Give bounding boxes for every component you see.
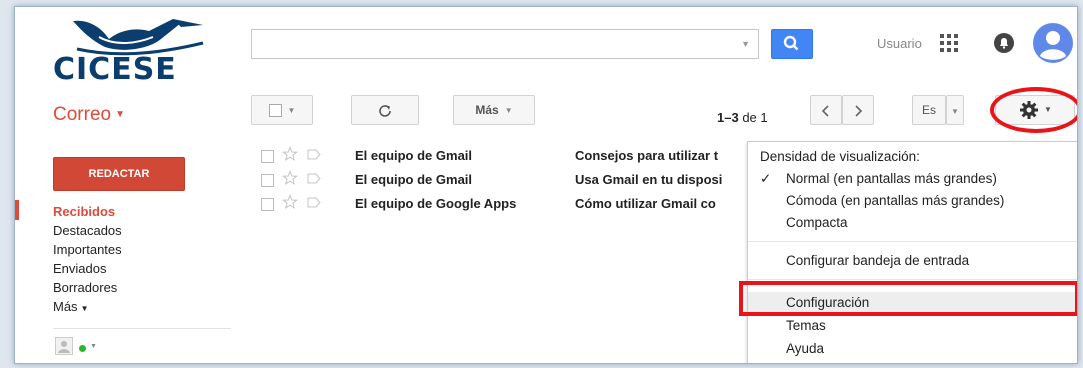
sidebar-divider (53, 328, 231, 329)
sidebar-item-importantes[interactable]: Importantes (53, 240, 233, 259)
search-icon (783, 35, 799, 51)
settings-menu: Densidad de visualización: ✓ Normal (en … (747, 141, 1077, 363)
search-options-caret-icon[interactable]: ▼ (741, 39, 750, 49)
app-switcher[interactable]: Correo ▼ (53, 104, 125, 126)
sidebar-nav: Recibidos Destacados Importantes Enviado… (53, 202, 233, 316)
select-checkbox-icon (268, 104, 282, 118)
active-nav-marker (15, 200, 19, 220)
sidebar-item-enviados[interactable]: Enviados (53, 259, 233, 278)
chevron-right-icon (855, 105, 863, 117)
cicese-bird-logo-icon (73, 19, 204, 56)
input-tools-button[interactable]: Es (912, 95, 946, 125)
app-title: Correo (53, 104, 112, 125)
label-icon[interactable] (307, 149, 321, 160)
mail-sender: El equipo de Google Apps (355, 196, 517, 211)
mail-row[interactable]: El equipo de Google Apps Cómo utilizar G… (251, 192, 761, 216)
refresh-button[interactable] (351, 95, 419, 125)
menu-separator (748, 279, 1077, 280)
input-tools-label: Es (921, 103, 936, 117)
mail-sender: El equipo de Gmail (355, 172, 473, 187)
more-actions-label: Más (475, 103, 499, 117)
gmail-window: CICESE ▼ Usuario Correo ▼ ▼ Más ▼ 1–3 de… (14, 6, 1078, 364)
label-icon[interactable] (307, 173, 321, 184)
cicese-logo[interactable]: CICESE (53, 13, 211, 87)
menu-item-help[interactable]: Ayuda (748, 338, 1077, 360)
more-actions-button[interactable]: Más ▼ (453, 95, 535, 125)
mail-row[interactable]: El equipo de Gmail Usa Gmail en tu dispo… (251, 168, 761, 192)
density-header-label: Densidad de visualización: (760, 149, 920, 164)
menu-item-density-compacta[interactable]: Compacta (748, 212, 1077, 234)
select-caret-icon: ▼ (287, 105, 296, 115)
sidebar-item-borradores[interactable]: Borradores (53, 278, 233, 297)
menu-item-label: Ayuda (786, 341, 825, 356)
sidebar-item-mas[interactable]: Más ▼ (53, 297, 233, 316)
chevron-left-icon (821, 105, 829, 117)
pager-total: 1 (760, 110, 768, 125)
search-input[interactable]: ▼ (251, 29, 759, 59)
highlight-rectangle (739, 281, 1077, 316)
star-icon[interactable] (282, 194, 298, 210)
mail-subject: Usa Gmail en tu disposi (575, 172, 723, 187)
menu-item-label: Configurar bandeja de entrada (786, 253, 970, 268)
apps-grid-icon[interactable] (939, 33, 959, 53)
check-icon: ✓ (760, 171, 772, 186)
menu-item-density-normal[interactable]: ✓ Normal (en pantallas más grandes) (748, 168, 1077, 190)
compose-button[interactable]: REDACTAR (53, 157, 185, 191)
search-button[interactable] (771, 29, 813, 59)
star-icon[interactable] (282, 170, 298, 186)
mail-subject: Consejos para utilizar t (575, 148, 719, 163)
newer-button[interactable] (810, 95, 842, 125)
menu-separator (748, 241, 1077, 242)
mail-checkbox[interactable] (261, 174, 274, 187)
mail-subject: Cómo utilizar Gmail co (575, 196, 716, 211)
mail-checkbox[interactable] (261, 150, 274, 163)
menu-item-label: Temas (786, 318, 826, 333)
menu-item-themes[interactable]: Temas (748, 315, 1077, 337)
pager-range: 1–3 (717, 110, 739, 125)
density-header: Densidad de visualización: (748, 146, 1077, 168)
mail-sender: El equipo de Gmail (355, 148, 473, 163)
notifications-icon[interactable] (993, 32, 1015, 54)
highlight-oval (990, 87, 1077, 133)
menu-item-label: Cómoda (en pantallas más grandes) (786, 193, 1005, 208)
chat-avatar-icon[interactable] (55, 337, 73, 355)
label-icon[interactable] (307, 197, 321, 208)
menu-item-label: Compacta (786, 215, 848, 230)
menu-item-configure-inbox[interactable]: Configurar bandeja de entrada (748, 250, 1077, 272)
select-all-button[interactable]: ▼ (251, 95, 313, 125)
mail-row[interactable]: El equipo de Gmail Consejos para utiliza… (251, 144, 761, 168)
sidebar-item-mas-label: Más (53, 299, 78, 314)
sidebar-item-recibidos[interactable]: Recibidos (53, 202, 233, 221)
app-switcher-caret-icon: ▼ (115, 109, 125, 121)
menu-item-label: Normal (en pantallas más grandes) (786, 171, 997, 186)
sidebar-more-caret-icon: ▼ (80, 304, 89, 313)
refresh-icon (379, 105, 391, 117)
sidebar-item-destacados[interactable]: Destacados (53, 221, 233, 240)
more-caret-icon: ▼ (504, 105, 513, 115)
input-tools-caret-icon: ▼ (951, 107, 959, 116)
menu-item-density-comoda[interactable]: Cómoda (en pantallas más grandes) (748, 190, 1077, 212)
chat-status-caret-icon[interactable]: ▼ (90, 343, 97, 350)
input-tools-caret-button[interactable]: ▼ (946, 95, 964, 125)
pager-info: 1–3 de 1 (717, 110, 768, 125)
star-icon[interactable] (282, 146, 298, 162)
chat-status-dot[interactable] (79, 345, 86, 352)
mail-checkbox[interactable] (261, 198, 274, 211)
older-button[interactable] (842, 95, 874, 125)
user-name[interactable]: Usuario (877, 36, 922, 51)
logo-text: CICESE (53, 52, 177, 87)
pager-of: de (742, 110, 757, 125)
avatar-icon[interactable] (1033, 23, 1073, 63)
